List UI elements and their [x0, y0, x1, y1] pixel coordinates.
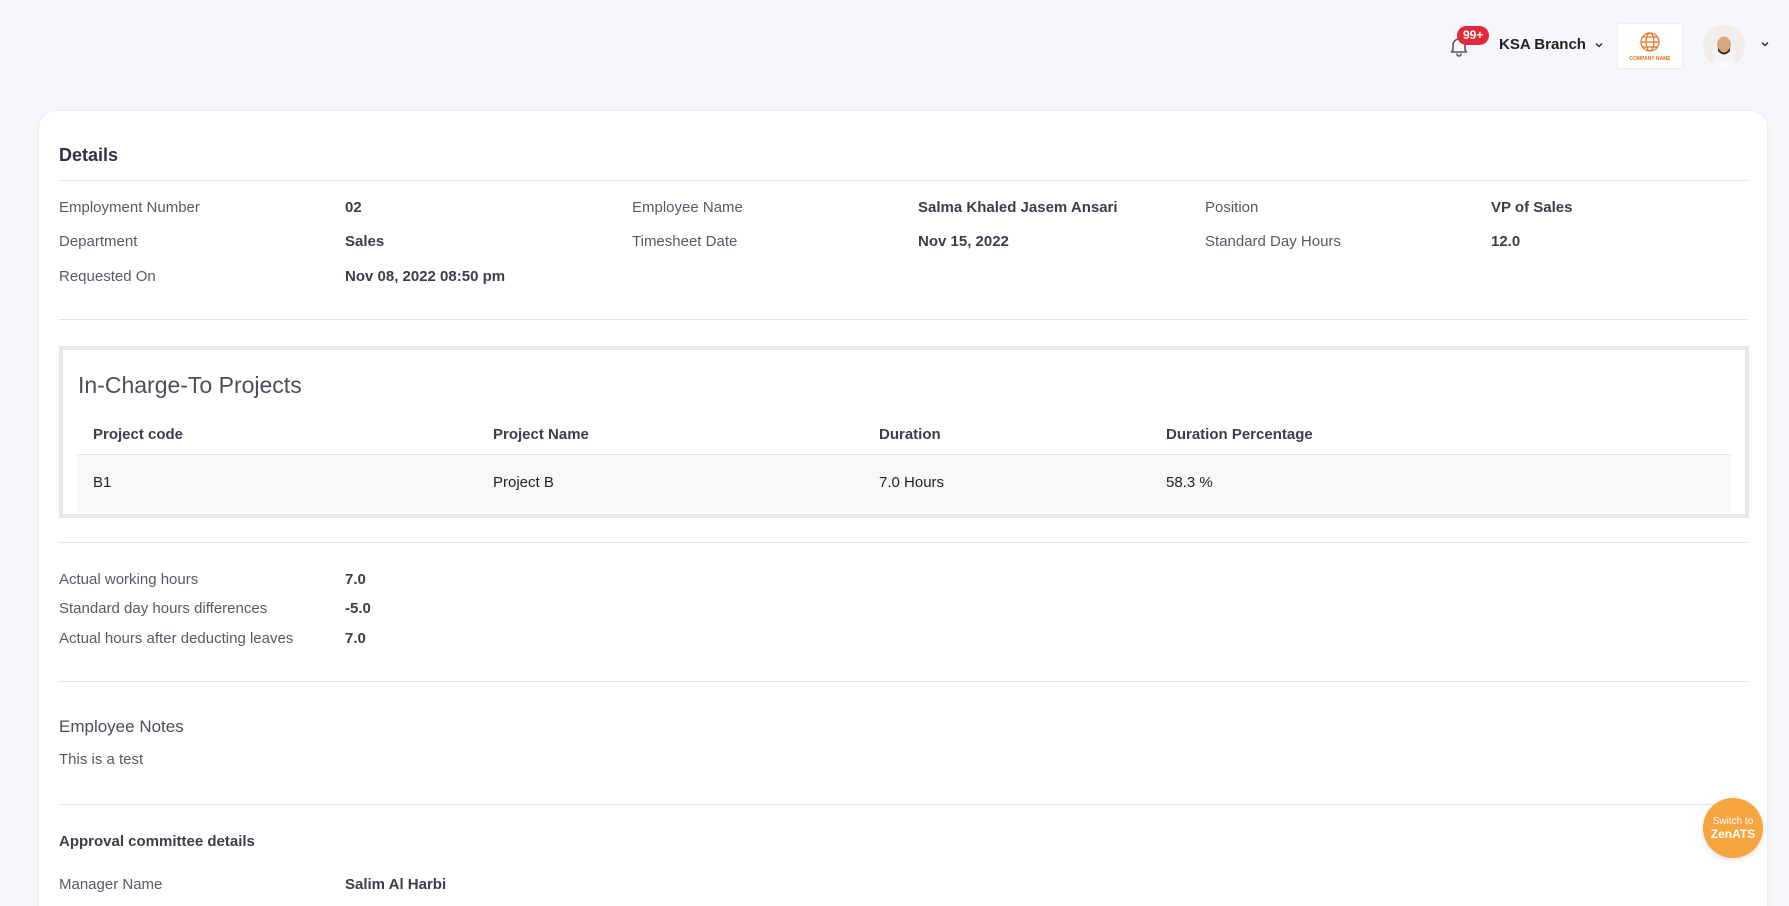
position-value: VP of Sales [1491, 199, 1573, 216]
employee-notes-title: Employee Notes [59, 717, 184, 736]
employee-notes-text: This is a test [59, 751, 144, 768]
employee-name-label: Employee Name [632, 199, 743, 216]
projects-title: In-Charge-To Projects [78, 372, 302, 398]
hours-difference-value: -5.0 [345, 600, 371, 617]
projects-panel: In-Charge-To Projects Project code Proje… [59, 346, 1749, 518]
switch-button-line1: Switch to [1712, 815, 1754, 827]
department-value: Sales [345, 233, 385, 250]
hours-after-leaves-value: 7.0 [345, 630, 366, 647]
divider [59, 804, 1747, 805]
employment-number-label: Employment Number [59, 199, 200, 216]
column-header-project-name: Project Name [493, 426, 589, 443]
company-logo-text: COMPANY NAME [1629, 56, 1671, 62]
cell-duration: 7.0 Hours [879, 474, 945, 491]
branch-label: KSA Branch [1499, 36, 1586, 53]
hours-after-leaves-label: Actual hours after deducting leaves [59, 630, 294, 647]
requested-on-value: Nov 08, 2022 08:50 pm [345, 268, 506, 285]
cell-project-code: B1 [93, 474, 112, 491]
switch-to-zenats-button[interactable]: Switch to ZenATS [1703, 798, 1763, 858]
employment-number-value: 02 [345, 199, 362, 216]
employee-name-value: Salma Khaled Jasem Ansari [918, 199, 1118, 216]
chevron-down-icon [1595, 42, 1603, 48]
cell-duration-percentage: 58.3 % [1166, 474, 1213, 491]
divider [59, 542, 1747, 543]
chevron-down-icon[interactable] [1760, 39, 1770, 49]
column-header-duration-percentage: Duration Percentage [1166, 426, 1313, 443]
avatar[interactable] [1703, 25, 1745, 67]
timesheet-date-value: Nov 15, 2022 [918, 233, 1009, 250]
actual-working-hours-label: Actual working hours [59, 571, 199, 588]
globe-logo-icon [1640, 32, 1660, 52]
divider [59, 180, 1747, 181]
notification-badge: 99+ [1457, 26, 1490, 45]
details-title: Details [59, 145, 119, 165]
switch-button-line2: ZenATS [1710, 826, 1756, 841]
table-row: B1 Project B 7.0 Hours 58.3 % [77, 454, 1731, 512]
top-bar: 99+ KSA Branch COMPANY NAME [0, 0, 1789, 95]
hours-difference-label: Standard day hours differences [59, 600, 268, 617]
divider [59, 319, 1747, 320]
manager-name-value: Salim Al Harbi [345, 876, 447, 893]
position-label: Position [1205, 199, 1259, 216]
manager-name-label: Manager Name [59, 876, 163, 893]
timesheet-date-label: Timesheet Date [632, 233, 738, 250]
actual-working-hours-value: 7.0 [345, 571, 366, 588]
column-header-project-code: Project code [93, 426, 184, 443]
company-logo: COMPANY NAME [1617, 23, 1683, 69]
divider [59, 681, 1747, 682]
cell-project-name: Project B [493, 474, 554, 491]
column-header-duration: Duration [879, 426, 941, 443]
department-label: Department [59, 233, 138, 250]
requested-on-label: Requested On [59, 268, 156, 285]
approval-committee-title: Approval committee details [59, 833, 255, 850]
standard-day-hours-label: Standard Day Hours [1205, 233, 1341, 250]
branch-selector[interactable]: KSA Branch [1499, 36, 1604, 53]
standard-day-hours-value: 12.0 [1491, 233, 1521, 250]
details-card: Details Employment Number 02 Employee Na… [38, 110, 1768, 906]
